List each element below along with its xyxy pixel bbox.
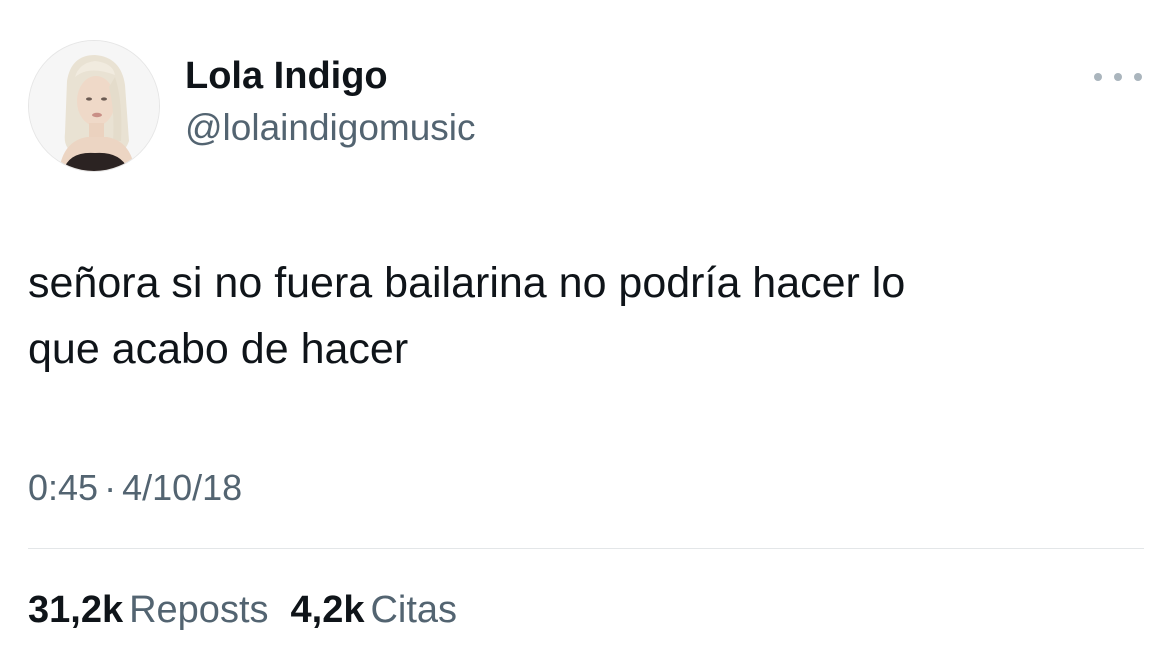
quotes-count: 4,2k: [290, 589, 365, 631]
tweet-text-line: señora si no fuera bailarina no podría h…: [28, 259, 906, 307]
tweet-time: 0:45: [28, 467, 99, 508]
author-handle[interactable]: @lolaindigomusic: [185, 104, 476, 152]
dot: [1094, 73, 1102, 81]
reposts-stat[interactable]: 31,2k Reposts: [28, 589, 269, 631]
tweet-date: 4/10/18: [122, 467, 243, 508]
reposts-count: 31,2k: [28, 589, 124, 631]
dot: [1114, 73, 1122, 81]
tweet-text-line: que acabo de hacer: [28, 325, 409, 373]
reposts-label: Reposts: [129, 589, 269, 631]
tweet-header: Lola Indigo @lolaindigomusic: [28, 40, 1144, 172]
meta-separator: ·: [104, 467, 117, 508]
tweet-card: Lola Indigo @lolaindigomusic señora si n…: [0, 0, 1169, 658]
author-block: Lola Indigo @lolaindigomusic: [185, 52, 476, 152]
more-horizontal-icon[interactable]: [1094, 62, 1142, 92]
quotes-label: Citas: [370, 589, 458, 631]
tweet-timestamp[interactable]: 0:45 · 4/10/18: [28, 465, 242, 511]
dot: [1134, 73, 1142, 81]
tweet-stats: 31,2k Reposts 4,2k Citas: [28, 586, 479, 634]
avatar[interactable]: [28, 40, 160, 172]
author-display-name[interactable]: Lola Indigo: [185, 52, 476, 100]
tweet-text: señora si no fuera bailarina no podría h…: [28, 250, 1128, 382]
avatar-image: [29, 41, 159, 171]
quotes-stat[interactable]: 4,2k Citas: [291, 589, 458, 631]
divider: [28, 548, 1144, 549]
